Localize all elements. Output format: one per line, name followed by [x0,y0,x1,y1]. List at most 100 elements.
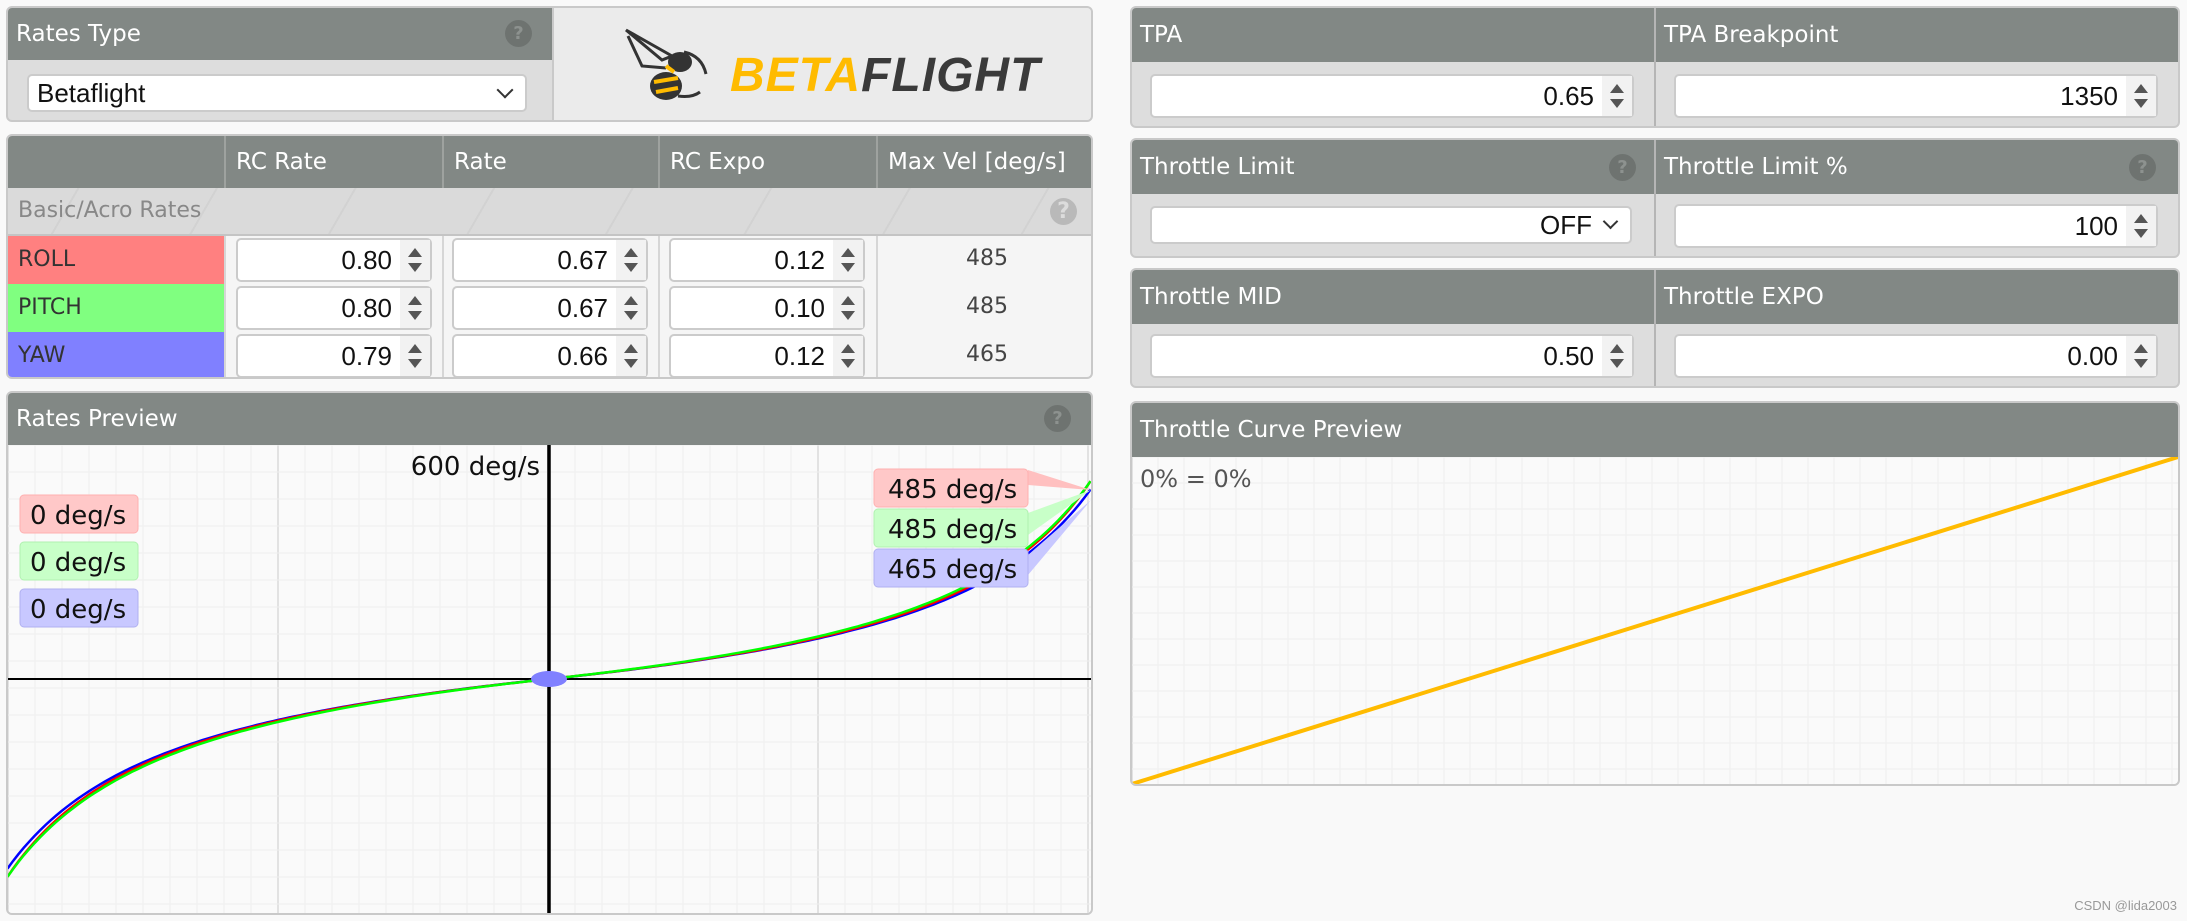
logo-area: BETAFLIGHT [552,8,1091,120]
stick-position-marker [531,671,567,687]
throttle-curve-line [1132,457,2178,784]
rates-table-panel: RC Rate Rate RC Expo Max Vel [deg/s] Bas… [6,134,1093,379]
tpa-breakpoint-title: TPA Breakpoint [1664,22,1839,48]
arrow-down-icon[interactable] [841,359,855,368]
chevron-down-icon [496,81,514,99]
spinner[interactable] [616,336,646,376]
pitch-rc-rate-input[interactable]: 0.80 [236,286,432,330]
throttle-expo-input[interactable]: 0.00 [1674,334,2158,378]
tpa-input[interactable]: 0.65 [1150,74,1634,118]
throttle-limit-select[interactable]: OFF [1150,206,1632,244]
arrow-down-icon[interactable] [624,359,638,368]
arrow-down-icon[interactable] [1610,99,1624,108]
rates-preview-header: Rates Preview ? [8,393,1091,445]
current-label-yaw: 0 deg/s [19,588,139,628]
throttle-limit-percent-input[interactable]: 100 [1674,204,2158,248]
logo-wordmark: BETAFLIGHT [730,48,1040,103]
section-basic-acro-rates: Basic/Acro Rates ? [8,188,1091,236]
spinner[interactable] [400,336,430,376]
arrow-up-icon[interactable] [624,344,638,353]
yaw-rc-expo-input[interactable]: 0.12 [669,334,865,377]
arrow-down-icon[interactable] [2134,99,2148,108]
arrow-down-icon[interactable] [2134,359,2148,368]
spinner[interactable] [400,240,430,280]
spinner[interactable] [1602,336,1632,376]
roll-rc-expo-input[interactable]: 0.12 [669,238,865,282]
arrow-up-icon[interactable] [2134,214,2148,223]
roll-rate-input[interactable]: 0.67 [452,238,648,282]
tpa-panel: TPA TPA Breakpoint 0.65 1350 [1130,6,2180,128]
column-header-rc-expo: RC Expo [658,136,876,188]
logo-text-beta: BETA [730,49,862,102]
spinner[interactable] [833,288,863,328]
arrow-down-icon[interactable] [408,311,422,320]
arrow-up-icon[interactable] [841,344,855,353]
throttle-limit-percent-header: Throttle Limit % ? [1656,140,2178,194]
spinner[interactable] [400,288,430,328]
current-label-pitch: 0 deg/s [19,541,139,581]
rates-type-header: Rates Type ? [8,8,552,60]
tpa-breakpoint-input[interactable]: 1350 [1674,74,2158,118]
throttle-mid-title: Throttle MID [1140,284,1282,310]
arrow-up-icon[interactable] [624,296,638,305]
arrow-up-icon[interactable] [1610,344,1624,353]
arrow-down-icon[interactable] [408,263,422,272]
current-label-yaw-text: 0 deg/s [30,595,126,625]
arrow-up-icon[interactable] [624,248,638,257]
arrow-down-icon[interactable] [841,263,855,272]
arrow-up-icon[interactable] [841,248,855,257]
yaw-rate-input[interactable]: 0.66 [452,334,648,377]
arrow-up-icon[interactable] [841,296,855,305]
rates-type-select[interactable]: Betaflight [27,74,527,112]
rates-type-panel: Rates Type ? Betaflight BETAFLIGHT [6,6,1093,122]
spinner[interactable] [616,240,646,280]
arrow-up-icon[interactable] [408,296,422,305]
arrow-up-icon[interactable] [2134,344,2148,353]
throttle-limit-panel: Throttle Limit ? Throttle Limit % ? OFF … [1130,138,2180,258]
spinner[interactable] [1602,76,1632,116]
arrow-up-icon[interactable] [408,248,422,257]
pitch-max-vel: 485 [966,294,1008,319]
spinner[interactable] [2126,336,2156,376]
help-icon[interactable]: ? [1609,154,1636,181]
end-label-yaw-text: 465 deg/s [888,555,1017,585]
help-icon[interactable]: ? [1044,405,1071,432]
roll-rc-rate-input[interactable]: 0.80 [236,238,432,282]
yaw-rc-rate-input[interactable]: 0.79 [236,334,432,377]
arrow-up-icon[interactable] [408,344,422,353]
arrow-down-icon[interactable] [624,311,638,320]
end-label-roll-pointer [1028,470,1091,490]
throttle-limit-percent-title: Throttle Limit % [1664,154,1848,180]
arrow-down-icon[interactable] [841,311,855,320]
axis-label-yaw: YAW [8,332,224,377]
arrow-up-icon[interactable] [1610,84,1624,93]
arrow-down-icon[interactable] [1610,359,1624,368]
axis-label-pitch: PITCH [8,284,224,332]
help-icon[interactable]: ? [1050,198,1077,225]
pitch-rate-input[interactable]: 0.67 [452,286,648,330]
pitch-rc-expo-input[interactable]: 0.10 [669,286,865,330]
rates-preview-title: Rates Preview [16,406,178,432]
help-icon[interactable]: ? [2129,154,2156,181]
help-icon[interactable]: ? [505,20,532,47]
max-rate-label: 600 deg/s [411,452,540,482]
arrow-down-icon[interactable] [408,359,422,368]
spinner[interactable] [833,336,863,376]
throttle-mid-expo-panel: Throttle MID Throttle EXPO 0.50 0.00 [1130,268,2180,388]
section-label: Basic/Acro Rates [18,198,202,223]
spinner[interactable] [2126,206,2156,246]
rates-type-title: Rates Type [16,21,141,47]
roll-max-vel: 485 [966,246,1008,271]
arrow-up-icon[interactable] [2134,84,2148,93]
rates-type-value: Betaflight [37,78,146,108]
spinner[interactable] [833,240,863,280]
rates-preview-panel: Rates Preview ? 600 deg/s 485 deg/s 485 … [6,391,1093,915]
throttle-mid-input[interactable]: 0.50 [1150,334,1634,378]
arrow-down-icon[interactable] [624,263,638,272]
arrow-down-icon[interactable] [2134,229,2148,238]
logo-text-flight: FLIGHT [861,49,1041,102]
spinner[interactable] [616,288,646,328]
spinner[interactable] [2126,76,2156,116]
yaw-max-vel: 465 [966,342,1008,367]
end-label-pitch-text: 485 deg/s [888,515,1017,545]
